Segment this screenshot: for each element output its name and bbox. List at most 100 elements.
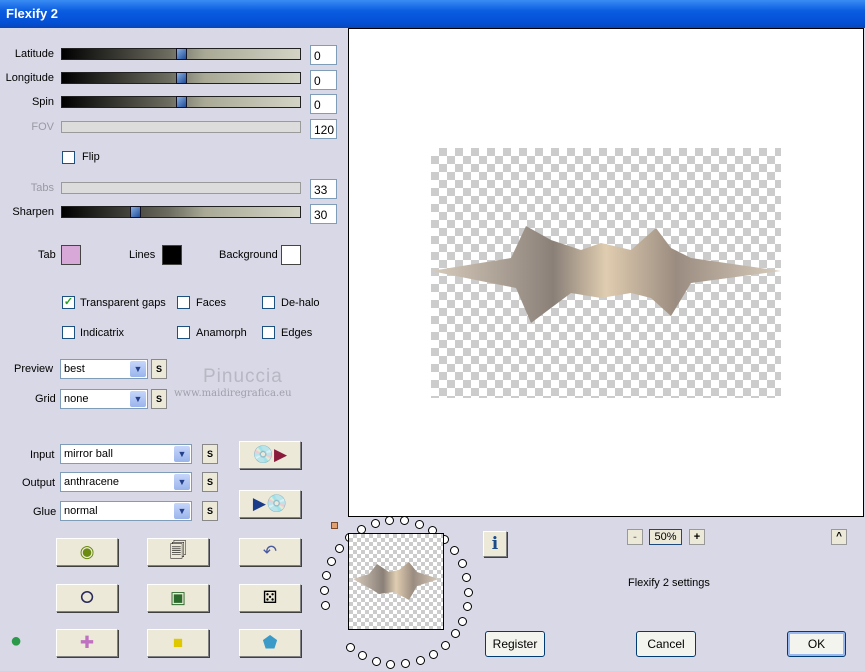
randomize-button[interactable]: ◉ <box>56 538 118 566</box>
chevron-down-icon[interactable]: ▼ <box>130 361 146 377</box>
ring-button[interactable]: ⭘ <box>56 584 118 612</box>
dial-dot[interactable] <box>386 659 396 669</box>
dial-dot[interactable] <box>385 516 395 526</box>
longitude-slider[interactable] <box>61 72 301 84</box>
ok-button[interactable]: OK <box>787 631 846 657</box>
faces-checkbox[interactable] <box>177 296 190 309</box>
slider-thumb[interactable] <box>176 96 187 108</box>
dial-dot[interactable] <box>327 556 337 566</box>
dial-dot[interactable] <box>450 545 460 555</box>
de-halo-checkbox[interactable] <box>262 296 275 309</box>
slider-thumb[interactable] <box>176 72 187 84</box>
lines-color-label: Lines <box>129 249 156 261</box>
grid-select[interactable]: none ▼ <box>60 389 148 409</box>
output-select[interactable]: anthracene ▼ <box>60 472 192 492</box>
dial-dot[interactable] <box>462 572 472 582</box>
chevron-down-icon[interactable]: ▼ <box>174 446 190 462</box>
glue-select[interactable]: normal ▼ <box>60 501 192 521</box>
square-frame-button[interactable]: ▣ <box>147 584 209 612</box>
lines-color-swatch[interactable] <box>162 245 182 265</box>
dial-dot[interactable] <box>429 649 439 659</box>
zoom-level: 50% <box>649 529 682 545</box>
zoom-out-button[interactable]: - <box>627 529 643 545</box>
glue-value: normal <box>64 505 98 517</box>
preview-label: Preview <box>14 363 54 375</box>
transparent-gaps-checkbox[interactable]: ✓ <box>62 296 75 309</box>
undo-button[interactable]: ↶ <box>239 538 301 566</box>
longitude-input[interactable]: 0 <box>310 70 337 90</box>
anamorph-checkbox[interactable] <box>177 326 190 339</box>
input-s-button[interactable]: S <box>202 444 218 464</box>
dial-dot[interactable] <box>358 651 368 661</box>
latitude-input[interactable]: 0 <box>310 45 337 65</box>
randomize-globe-icon: ◉ <box>79 542 95 561</box>
chevron-down-icon[interactable]: ▼ <box>174 503 190 519</box>
sharpen-input[interactable]: 30 <box>310 204 337 224</box>
navigator-thumbnail[interactable] <box>348 533 444 630</box>
indicatrix-label: Indicatrix <box>80 327 125 339</box>
zoom-in-button[interactable]: + <box>689 529 705 545</box>
dial-dot[interactable] <box>371 657 381 667</box>
chevron-down-icon[interactable]: ▼ <box>174 474 190 490</box>
indicatrix-checkbox[interactable] <box>62 326 75 339</box>
cancel-button[interactable]: Cancel <box>636 631 696 657</box>
spin-input[interactable]: 0 <box>310 94 337 114</box>
copy-icon: 🗐 <box>169 540 187 560</box>
preview-canvas[interactable] <box>348 28 864 517</box>
flip-checkbox[interactable] <box>62 151 75 164</box>
glue-s-button[interactable]: S <box>202 501 218 521</box>
slider-thumb[interactable] <box>130 206 141 218</box>
dial-dot[interactable] <box>322 570 332 580</box>
dial-dot[interactable] <box>458 616 468 626</box>
background-color-swatch[interactable] <box>281 245 301 265</box>
pentagon-button[interactable]: ⬟ <box>239 629 301 657</box>
grid-s-button[interactable]: S <box>151 389 167 409</box>
ring-icon: ⭘ <box>80 588 94 607</box>
swap-to-input-button[interactable]: ▶💿 <box>239 490 301 518</box>
faces-label: Faces <box>196 297 226 309</box>
dial-dot[interactable] <box>415 655 425 665</box>
lego-brick-button[interactable]: ■ <box>147 629 209 657</box>
edges-checkbox[interactable] <box>262 326 275 339</box>
tab-color-swatch[interactable] <box>61 245 81 265</box>
copy-button[interactable]: 🗐 <box>147 538 209 566</box>
dial-dot[interactable] <box>400 516 410 526</box>
dial-dot[interactable] <box>401 659 411 669</box>
slider-thumb[interactable] <box>176 48 187 60</box>
dial-dot[interactable] <box>462 602 472 612</box>
preview-select[interactable]: best ▼ <box>60 359 148 379</box>
sharpen-slider[interactable] <box>61 206 301 218</box>
preview-s-button[interactable]: S <box>151 359 167 379</box>
dial-dot[interactable] <box>414 519 424 529</box>
disc-arrow-icon: 💿▶ <box>252 445 288 464</box>
register-button[interactable]: Register <box>485 631 545 657</box>
edges-label: Edges <box>281 327 313 339</box>
dial-dot[interactable] <box>334 544 344 554</box>
dial-dot[interactable] <box>370 519 380 529</box>
dial-dot[interactable] <box>457 558 467 568</box>
output-s-button[interactable]: S <box>202 472 218 492</box>
dial-dot[interactable] <box>320 585 330 595</box>
dice-button[interactable]: ⚄ <box>239 584 301 612</box>
dial-dot[interactable] <box>441 640 451 650</box>
dial-dot[interactable] <box>450 629 460 639</box>
input-select[interactable]: mirror ball ▼ <box>60 444 192 464</box>
info-button[interactable]: i <box>483 531 507 557</box>
latitude-slider[interactable] <box>61 48 301 60</box>
pentagon-icon: ⬟ <box>262 633 278 652</box>
swap-to-output-button[interactable]: 💿▶ <box>239 441 301 469</box>
chevron-down-icon[interactable]: ▼ <box>130 391 146 407</box>
spin-slider[interactable] <box>61 96 301 108</box>
anamorph-label: Anamorph <box>196 327 247 339</box>
preview-image <box>431 148 781 398</box>
transparent-gaps-label: Transparent gaps <box>80 297 166 309</box>
de-halo-label: De-halo <box>281 297 320 309</box>
window-title: Flexify 2 <box>6 6 59 21</box>
dial-dot[interactable] <box>321 600 331 610</box>
dial-dot[interactable] <box>345 643 355 653</box>
dial-handle[interactable] <box>331 522 338 529</box>
dial-dot[interactable] <box>463 587 473 597</box>
preview-value: best <box>64 363 85 375</box>
cross-shape-button[interactable]: ✚ <box>56 629 118 657</box>
collapse-button[interactable]: ^ <box>831 529 847 545</box>
